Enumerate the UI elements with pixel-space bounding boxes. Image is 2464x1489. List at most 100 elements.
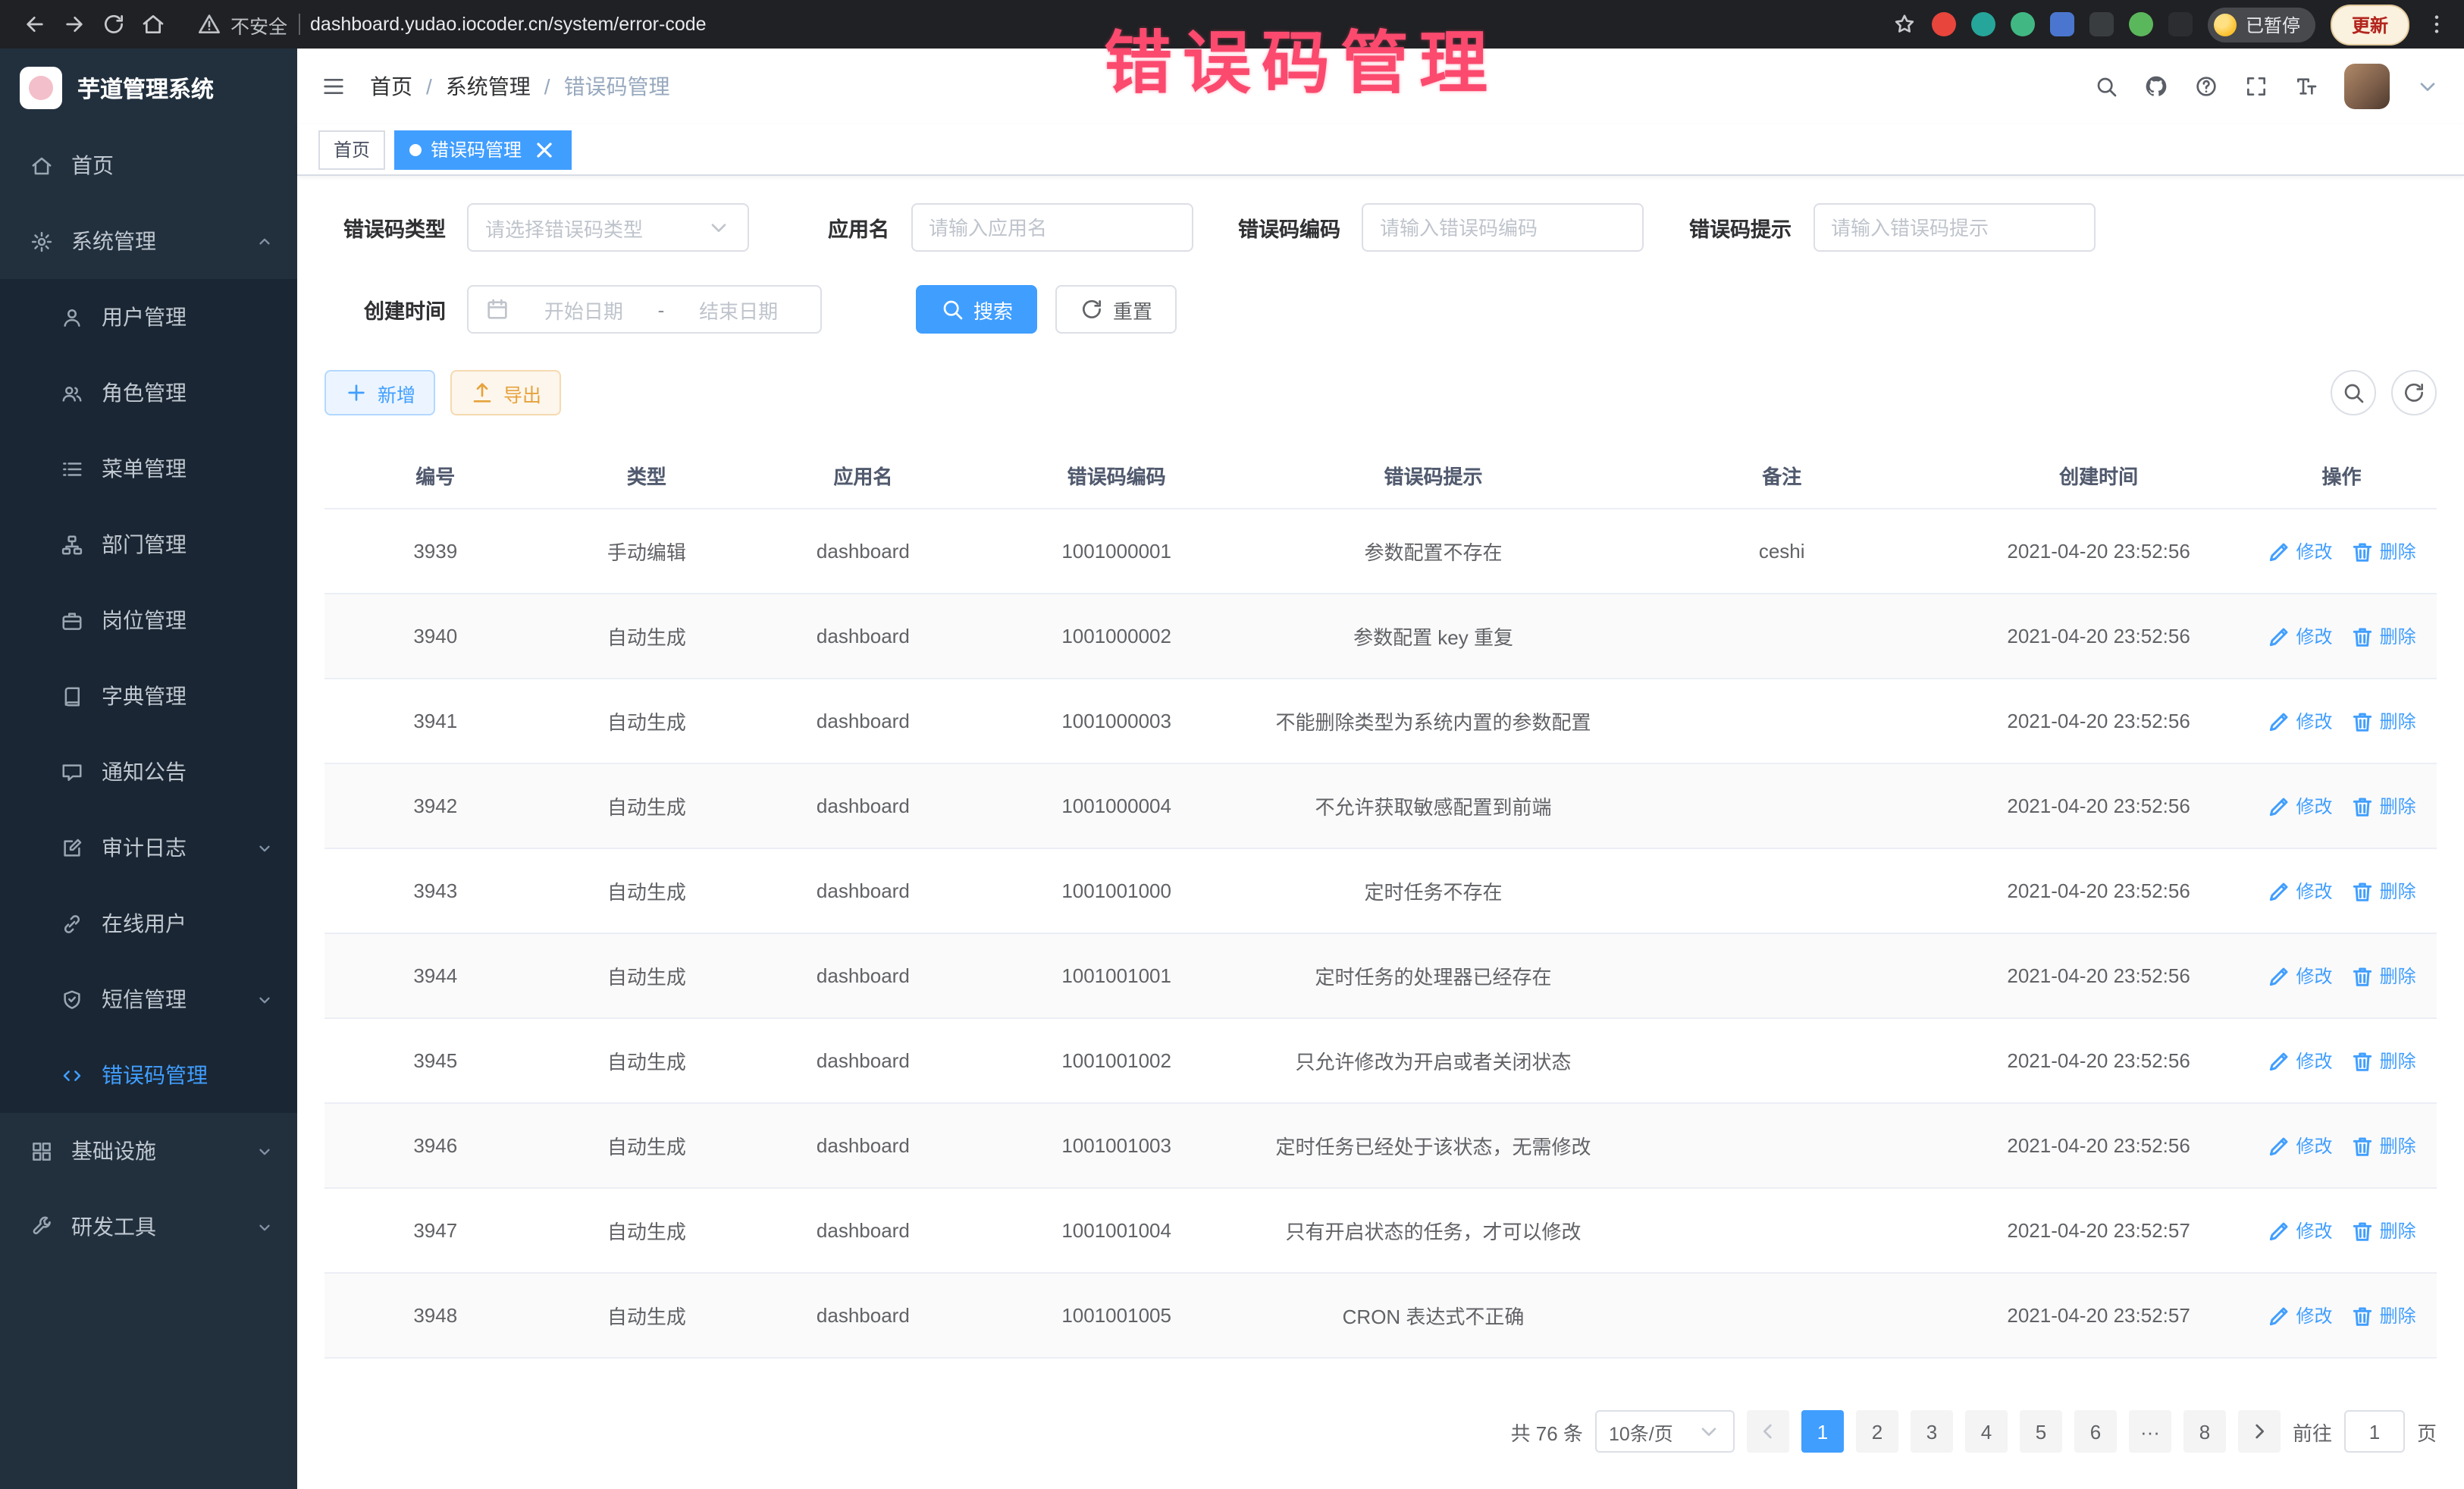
browser-reload-button[interactable] bbox=[94, 5, 133, 44]
help-icon[interactable] bbox=[2194, 74, 2218, 99]
extension-icon[interactable] bbox=[2089, 12, 2114, 36]
sidebar-item[interactable]: 字典管理 bbox=[0, 658, 297, 734]
add-button[interactable]: 新增 bbox=[324, 370, 435, 415]
delete-link[interactable]: 删除 bbox=[2351, 1133, 2416, 1158]
browser-back-button[interactable] bbox=[15, 5, 55, 44]
delete-link[interactable]: 删除 bbox=[2351, 1218, 2416, 1243]
cell-time: 2021-04-20 23:52:56 bbox=[1951, 933, 2246, 1018]
view-tab[interactable]: 首页 bbox=[318, 130, 385, 169]
sidebar-item[interactable]: 审计日志 bbox=[0, 810, 297, 886]
page-button[interactable]: 2 bbox=[1856, 1410, 1898, 1453]
refresh-table-button[interactable] bbox=[2391, 370, 2437, 415]
browser-home-button[interactable] bbox=[133, 5, 173, 44]
error-hint-input[interactable] bbox=[1813, 203, 2095, 252]
edit-link[interactable]: 修改 bbox=[2268, 538, 2333, 564]
edit-link[interactable]: 修改 bbox=[2268, 963, 2333, 989]
edit-icon bbox=[2268, 879, 2292, 903]
edit-link[interactable]: 修改 bbox=[2268, 1048, 2333, 1074]
delete-link[interactable]: 删除 bbox=[2351, 1302, 2416, 1328]
view-tab[interactable]: 错误码管理 bbox=[394, 130, 572, 169]
sidebar-item[interactable]: 用户管理 bbox=[0, 279, 297, 355]
date-range-picker[interactable]: 开始日期 - 结束日期 bbox=[467, 285, 822, 334]
edit-icon bbox=[2268, 1133, 2292, 1158]
sidebar-item[interactable]: 错误码管理 bbox=[0, 1037, 297, 1113]
edit-link[interactable]: 修改 bbox=[2268, 878, 2333, 904]
address-bar[interactable]: 不安全 dashboard.yudao.iocoder.cn/system/er… bbox=[197, 10, 1892, 39]
error-type-select[interactable]: 请选择错误码类型 bbox=[467, 203, 749, 252]
user-avatar[interactable] bbox=[2344, 64, 2390, 109]
extension-icon[interactable] bbox=[1971, 12, 1995, 36]
sidebar-item[interactable]: 基础设施 bbox=[0, 1113, 297, 1189]
delete-link[interactable]: 删除 bbox=[2351, 878, 2416, 904]
sidebar: 芋道管理系统 首页 系统管理 用户管理 bbox=[0, 49, 297, 1489]
sidebar-item[interactable]: 角色管理 bbox=[0, 355, 297, 431]
delete-link[interactable]: 删除 bbox=[2351, 963, 2416, 989]
page-button[interactable]: ··· bbox=[2129, 1410, 2171, 1453]
cell-code: 1001001000 bbox=[980, 848, 1254, 933]
goto-page-input[interactable] bbox=[2344, 1410, 2405, 1453]
search-button[interactable]: 搜索 bbox=[916, 285, 1037, 334]
error-code-input[interactable] bbox=[1362, 203, 1644, 252]
cell-id: 3942 bbox=[324, 763, 547, 848]
delete-link[interactable]: 删除 bbox=[2351, 538, 2416, 564]
page-button[interactable]: 6 bbox=[2074, 1410, 2117, 1453]
paused-badge[interactable]: 已暂停 bbox=[2208, 7, 2315, 42]
reset-button[interactable]: 重置 bbox=[1055, 285, 1177, 334]
sidebar-item[interactable]: 菜单管理 bbox=[0, 431, 297, 506]
cell-actions: 修改 删除 bbox=[2246, 763, 2437, 848]
sidebar-item[interactable]: 研发工具 bbox=[0, 1189, 297, 1265]
edit-link[interactable]: 修改 bbox=[2268, 1302, 2333, 1328]
export-button[interactable]: 导出 bbox=[450, 370, 561, 415]
delete-link[interactable]: 删除 bbox=[2351, 708, 2416, 734]
extension-icon[interactable] bbox=[2050, 12, 2074, 36]
prev-page-button[interactable] bbox=[1747, 1410, 1789, 1453]
menu-item-label: 字典管理 bbox=[102, 681, 187, 711]
extension-icon[interactable] bbox=[2011, 12, 2035, 36]
edit-link[interactable]: 修改 bbox=[2268, 1133, 2333, 1158]
browser-forward-button[interactable] bbox=[55, 5, 94, 44]
app-name-input[interactable] bbox=[911, 203, 1193, 252]
sidebar-item[interactable]: 部门管理 bbox=[0, 506, 297, 582]
sidebar-item[interactable]: 通知公告 bbox=[0, 734, 297, 810]
page-button[interactable]: 1 bbox=[1801, 1410, 1844, 1453]
sidebar-item[interactable]: 岗位管理 bbox=[0, 582, 297, 658]
sidebar-item[interactable]: 短信管理 bbox=[0, 961, 297, 1037]
sidebar-toggle-button[interactable] bbox=[321, 74, 346, 99]
extension-icon[interactable] bbox=[1932, 12, 1956, 36]
edit-link[interactable]: 修改 bbox=[2268, 793, 2333, 819]
close-tab-icon[interactable] bbox=[532, 137, 556, 161]
sidebar-item[interactable]: 首页 bbox=[0, 127, 297, 203]
bookmark-star-icon[interactable] bbox=[1892, 12, 1917, 36]
edit-link[interactable]: 修改 bbox=[2268, 623, 2333, 649]
page-size-select[interactable]: 10条/页 bbox=[1595, 1410, 1735, 1453]
page-button[interactable]: 4 bbox=[1965, 1410, 2008, 1453]
github-icon[interactable] bbox=[2144, 74, 2168, 99]
extension-icon[interactable] bbox=[2129, 12, 2153, 36]
header-search-icon[interactable] bbox=[2094, 74, 2118, 99]
cell-code: 1001000004 bbox=[980, 763, 1254, 848]
next-page-button[interactable] bbox=[2238, 1410, 2281, 1453]
edit-link[interactable]: 修改 bbox=[2268, 708, 2333, 734]
edit-link[interactable]: 修改 bbox=[2268, 1218, 2333, 1243]
toggle-search-button[interactable] bbox=[2331, 370, 2376, 415]
delete-link[interactable]: 删除 bbox=[2351, 793, 2416, 819]
page-button[interactable]: 8 bbox=[2183, 1410, 2226, 1453]
browser-update-button[interactable]: 更新 bbox=[2331, 4, 2409, 45]
delete-link[interactable]: 删除 bbox=[2351, 1048, 2416, 1074]
table-header-cell: 备注 bbox=[1613, 443, 1951, 509]
sidebar-item[interactable]: 系统管理 bbox=[0, 203, 297, 279]
font-size-icon[interactable] bbox=[2294, 74, 2318, 99]
extension-icon[interactable] bbox=[2168, 12, 2193, 36]
breadcrumb-home[interactable]: 首页 bbox=[370, 71, 412, 102]
delete-link[interactable]: 删除 bbox=[2351, 623, 2416, 649]
app-logo[interactable]: 芋道管理系统 bbox=[0, 49, 297, 127]
fullscreen-icon[interactable] bbox=[2244, 74, 2268, 99]
page-button[interactable]: 5 bbox=[2020, 1410, 2062, 1453]
avatar-dropdown-icon[interactable] bbox=[2415, 74, 2440, 99]
browser-menu-icon[interactable] bbox=[2425, 12, 2449, 36]
page-button[interactable]: 3 bbox=[1911, 1410, 1953, 1453]
breadcrumb-section[interactable]: 系统管理 bbox=[446, 71, 531, 102]
sidebar-item[interactable]: 在线用户 bbox=[0, 886, 297, 961]
cell-type: 自动生成 bbox=[547, 933, 748, 1018]
cell-hint: 定时任务已经处于该状态，无需修改 bbox=[1254, 1103, 1613, 1188]
